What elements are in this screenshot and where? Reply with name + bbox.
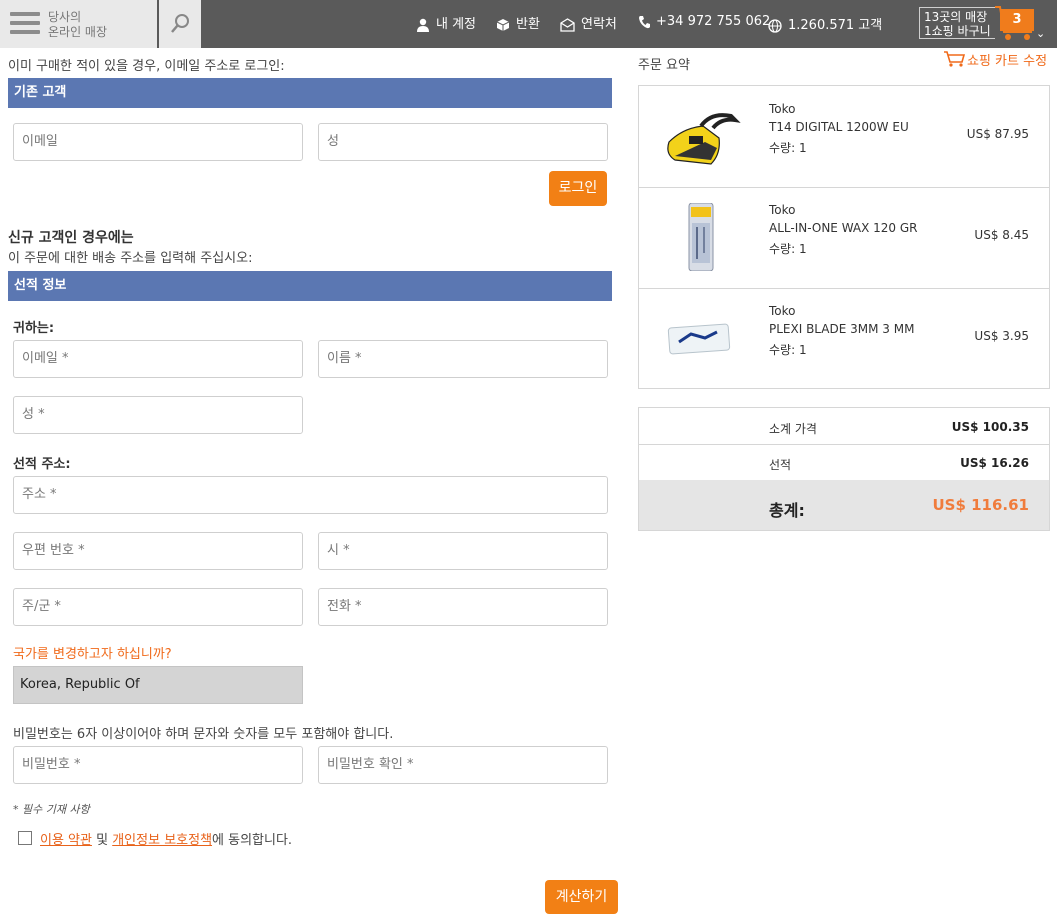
item-quantity: 수량: 1 <box>769 242 807 256</box>
user-icon <box>417 18 429 32</box>
subtotal-value: US$ 100.35 <box>951 420 1029 434</box>
box-icon <box>496 18 510 31</box>
nav-returns[interactable]: 반환 <box>496 13 540 32</box>
city-field[interactable]: 시 * <box>318 532 608 570</box>
order-items-list: Toko T14 DIGITAL 1200W EU 수량: 1 US$ 87.9… <box>638 85 1050 389</box>
menu-button[interactable]: 당사의 온라인 매장 <box>0 0 157 48</box>
shipping-info-header: 선적 정보 <box>8 271 612 301</box>
edit-cart-label: 쇼핑 카트 수정 <box>967 54 1048 69</box>
shipping-label: 선적 <box>769 458 792 472</box>
terms-and-text: 및 <box>91 833 113 848</box>
terms-link[interactable]: 이용 약관 <box>40 833 92 848</box>
nav-returns-label: 반환 <box>516 17 540 32</box>
shipping-value: US$ 16.26 <box>960 456 1029 470</box>
login-button[interactable]: 로그인 <box>549 171 607 206</box>
order-summary-title: 주문 요약 <box>638 58 690 73</box>
login-email-field[interactable]: 이메일 <box>13 123 303 161</box>
top-bar: 당사의 온라인 매장 내 계정 반환 연락처 +34 972 755 062 1… <box>0 0 1057 48</box>
login-lastname-field[interactable]: 성 <box>318 123 608 161</box>
recipient-label: 귀하는: <box>13 321 55 336</box>
item-price: US$ 8.45 <box>974 228 1029 242</box>
item-name: PLEXI BLADE 3MM 3 MM <box>769 322 915 336</box>
store-label-line2: 온라인 매장 <box>48 25 108 39</box>
shipping-address-label: 선적 주소: <box>13 457 71 472</box>
edit-cart-link[interactable]: 쇼핑 카트 수정 <box>943 50 1047 69</box>
new-customer-heading: 신규 고객인 경우에는 <box>8 230 134 246</box>
item-name: ALL-IN-ONE WAX 120 GR <box>769 221 918 235</box>
store-label-line1: 당사의 <box>48 10 82 24</box>
firstname-field[interactable]: 이름 * <box>318 340 608 378</box>
hamburger-icon <box>10 12 40 34</box>
plexi-blade-icon <box>667 323 731 355</box>
nav-contact[interactable]: 연락처 <box>560 13 617 32</box>
item-name: T14 DIGITAL 1200W EU <box>769 120 909 134</box>
store-label: 당사의 온라인 매장 <box>48 10 107 40</box>
nav-customers-label: 1.260.571 고객 <box>788 18 883 33</box>
terms-suffix-text: 에 동의합니다. <box>212 833 293 848</box>
item-price: US$ 3.95 <box>974 329 1029 343</box>
chevron-down-icon[interactable]: ⌄ <box>1036 27 1045 40</box>
phone-field[interactable]: 전화 * <box>318 588 608 626</box>
new-customer-subheading: 이 주문에 대한 배송 주소를 입력해 주십시오: <box>8 251 253 266</box>
nav-contact-label: 연락처 <box>581 17 617 32</box>
terms-checkbox[interactable] <box>18 831 32 845</box>
password-field[interactable]: 비밀번호 * <box>13 746 303 784</box>
privacy-link[interactable]: 개인정보 보호정책 <box>112 833 212 848</box>
nav-customers: 1.260.571 고객 <box>768 14 882 33</box>
total-label: 총계: <box>769 501 805 520</box>
item-quantity: 수량: 1 <box>769 141 807 155</box>
nav-phone-label: +34 972 755 062 <box>656 14 771 29</box>
cart-stores-text: 13곳의 매장 <box>924 10 988 24</box>
order-item: Toko PLEXI BLADE 3MM 3 MM 수량: 1 US$ 3.95 <box>639 288 1049 389</box>
nav-phone[interactable]: +34 972 755 062 <box>638 14 770 29</box>
order-totals: 소계 가격 US$ 100.35 선적 US$ 16.26 총계: US$ 11… <box>638 407 1050 531</box>
state-field[interactable]: 주/군 * <box>13 588 303 626</box>
order-item: Toko T14 DIGITAL 1200W EU 수량: 1 US$ 87.9… <box>639 86 1049 188</box>
cart-summary-box[interactable]: 13곳의 매장 1쇼핑 바구니 <box>919 7 995 39</box>
login-intro: 이미 구매한 적이 있을 경우, 이메일 주소로 로그인: <box>8 59 285 74</box>
item-brand: Toko <box>769 102 796 116</box>
subtotal-label: 소계 가격 <box>769 422 817 436</box>
wax-iron-icon <box>667 113 741 165</box>
item-price: US$ 87.95 <box>966 127 1029 141</box>
total-row: 총계: US$ 116.61 <box>639 480 1049 530</box>
terms-agreement: 이용 약관 및 개인정보 보호정책에 동의합니다. <box>18 829 292 848</box>
password-confirm-field[interactable]: 비밀번호 확인 * <box>318 746 608 784</box>
shipping-row: 선적 US$ 16.26 <box>639 444 1049 481</box>
total-value: US$ 116.61 <box>932 496 1029 514</box>
item-quantity: 수량: 1 <box>769 343 807 357</box>
globe-icon <box>768 18 782 33</box>
zip-field[interactable]: 우편 번호 * <box>13 532 303 570</box>
item-brand: Toko <box>769 203 796 217</box>
email-field[interactable]: 이메일 * <box>13 340 303 378</box>
order-item: Toko ALL-IN-ONE WAX 120 GR 수량: 1 US$ 8.4… <box>639 187 1049 289</box>
nav-account-label: 내 계정 <box>436 17 477 32</box>
mail-icon <box>560 17 575 32</box>
search-button[interactable] <box>159 0 201 48</box>
lastname-field[interactable]: 성 * <box>13 396 303 434</box>
nav-account[interactable]: 내 계정 <box>416 13 476 32</box>
existing-customer-header: 기존 고객 <box>8 78 612 108</box>
phone-icon <box>639 15 650 28</box>
cart-edit-icon <box>944 51 966 67</box>
change-country-link[interactable]: 국가를 변경하고자 하십니까? <box>13 643 172 662</box>
subtotal-row: 소계 가격 US$ 100.35 <box>639 408 1049 445</box>
wax-bar-icon <box>688 203 714 271</box>
search-icon <box>171 14 189 33</box>
password-requirements-note: 비밀번호는 6자 이상이어야 하며 문자와 숫자를 모두 포함해야 합니다. <box>13 727 394 742</box>
required-note: * 필수 기재 사항 <box>13 803 90 816</box>
checkout-button[interactable]: 계산하기 <box>545 880 618 914</box>
item-brand: Toko <box>769 304 796 318</box>
cart-badge[interactable]: 3 <box>1000 9 1034 31</box>
address-field[interactable]: 주소 * <box>13 476 608 514</box>
cart-count-text: 1쇼핑 바구니 <box>924 24 991 38</box>
country-select[interactable]: Korea, Republic Of <box>13 666 303 704</box>
